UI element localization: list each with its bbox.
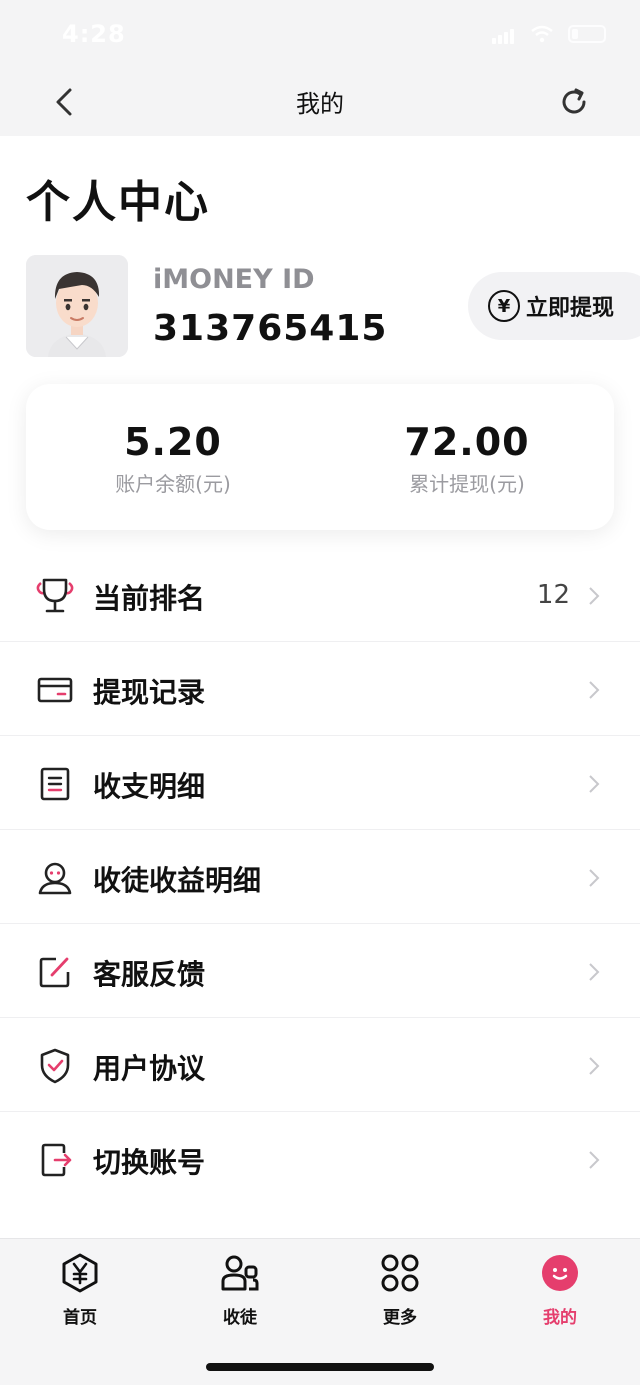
balance-stat: 5.20 账户余额(元) [26, 420, 320, 497]
user-icon [38, 862, 72, 895]
menu-label: 收徒收益明细 [93, 864, 262, 897]
tab-apprentice[interactable]: 收徒 [160, 1253, 320, 1333]
menu-item-income-details[interactable]: 收支明细 [0, 736, 640, 830]
status-bar: 4:28 [0, 0, 640, 70]
avatar[interactable] [26, 255, 128, 357]
battery-icon [568, 25, 606, 43]
withdraw-button[interactable]: ¥ 立即提现 [468, 272, 640, 340]
page-title: 个人中心 [26, 177, 210, 228]
menu-item-apprentice-earnings[interactable]: 收徒收益明细 [0, 830, 640, 924]
trophy-icon [36, 578, 74, 613]
grid-icon [381, 1254, 419, 1292]
menu-label: 用户协议 [93, 1052, 206, 1085]
shield-check-icon [40, 1048, 70, 1084]
yen-hexagon-icon [62, 1253, 98, 1293]
avatar-illustration [26, 255, 128, 357]
tab-home[interactable]: 首页 [0, 1253, 160, 1333]
chevron-right-icon [589, 587, 600, 605]
id-value: 313765415 [153, 308, 388, 349]
yen-circle-icon: ¥ [488, 290, 520, 322]
chevron-right-icon [589, 1151, 600, 1169]
id-label: iMONEY ID [153, 264, 315, 295]
tab-label: 我的 [543, 1308, 577, 1328]
nav-title: 我的 [296, 90, 344, 118]
menu-item-switch-account[interactable]: 切换账号 [0, 1112, 640, 1206]
tab-label: 收徒 [223, 1308, 257, 1328]
menu-list: 当前排名 12 提现记录 收支明细 收徒收益明细 客服反馈 用户协议 切换账号 [0, 548, 640, 1206]
menu-label: 切换账号 [93, 1146, 206, 1179]
smile-icon [542, 1255, 578, 1291]
chevron-right-icon [589, 869, 600, 887]
logout-icon [41, 1143, 72, 1177]
status-icons [492, 24, 606, 44]
tab-more[interactable]: 更多 [320, 1253, 480, 1333]
total-withdraw-label: 累计提现(元) [409, 472, 525, 496]
menu-label: 提现记录 [93, 676, 206, 709]
chevron-right-icon [589, 775, 600, 793]
menu-item-feedback[interactable]: 客服反馈 [0, 924, 640, 1018]
balance-card: 5.20 账户余额(元) 72.00 累计提现(元) [26, 384, 614, 530]
menu-label: 客服反馈 [93, 958, 206, 991]
refresh-icon[interactable] [556, 84, 592, 120]
document-icon [40, 767, 70, 801]
withdraw-label: 立即提现 [526, 296, 615, 321]
users-icon [221, 1255, 259, 1291]
menu-item-ranking[interactable]: 当前排名 12 [0, 548, 640, 642]
menu-item-withdraw-records[interactable]: 提现记录 [0, 642, 640, 736]
wifi-icon [531, 25, 553, 43]
chevron-right-icon [589, 963, 600, 981]
tab-label: 首页 [63, 1308, 97, 1328]
status-time: 4:28 [62, 20, 126, 48]
balance-value: 5.20 [124, 420, 222, 464]
menu-item-user-agreement[interactable]: 用户协议 [0, 1018, 640, 1112]
chevron-right-icon [589, 681, 600, 699]
total-withdraw-stat: 72.00 累计提现(元) [320, 420, 614, 497]
ranking-value: 12 [536, 580, 570, 610]
top-bar: 4:28 我的 [0, 0, 640, 136]
home-indicator[interactable] [206, 1363, 434, 1371]
signal-icon [492, 25, 516, 44]
tab-label: 更多 [383, 1308, 417, 1328]
edit-icon [39, 957, 70, 988]
total-withdraw-value: 72.00 [404, 420, 530, 464]
chevron-right-icon [589, 1057, 600, 1075]
profile-page: 4:28 我的 个人中心 iMONEY ID 313765415 ¥ 立即提现 … [0, 0, 640, 1385]
balance-label: 账户余额(元) [115, 472, 231, 496]
menu-label: 当前排名 [93, 582, 206, 615]
menu-label: 收支明细 [93, 770, 206, 803]
card-icon [37, 677, 73, 703]
tab-mine[interactable]: 我的 [480, 1253, 640, 1333]
